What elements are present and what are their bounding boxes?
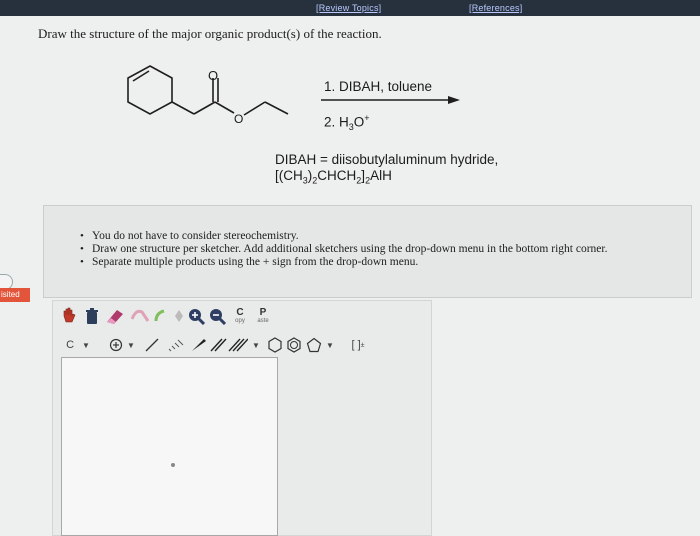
reaction-scheme: O O 1. DIBAH, toluene 2. H3O+ <box>108 58 468 138</box>
single-bond-icon[interactable] <box>142 336 162 354</box>
canvas-dot <box>171 463 175 467</box>
move-icon[interactable] <box>172 306 186 326</box>
plus-charge-icon <box>109 338 123 352</box>
hand-tool-icon[interactable] <box>60 306 78 326</box>
copy-button[interactable]: C opy <box>230 306 250 328</box>
double-bond-icon[interactable] <box>208 336 228 354</box>
instructions-box: You do not have to consider stereochemis… <box>43 205 692 298</box>
clear-icon[interactable] <box>83 306 101 326</box>
instruction-item: Draw one structure per sketcher. Add add… <box>80 243 607 256</box>
select-icon[interactable] <box>152 306 170 326</box>
pentagon-ring-icon <box>306 337 322 353</box>
charge-dropdown[interactable]: ▼ <box>105 336 139 354</box>
chevron-down-icon: ▼ <box>326 340 334 350</box>
copy-letter: C <box>236 307 244 318</box>
reactant-structure <box>127 65 460 116</box>
hexagon-ring-icon[interactable] <box>266 336 284 354</box>
eraser-icon[interactable] <box>105 306 125 326</box>
triple-bond-icon <box>228 338 249 352</box>
atom-selector-dropdown[interactable]: C ▼ <box>62 337 94 353</box>
reagent-step-2: 2. H3O+ <box>324 113 370 133</box>
paste-button[interactable]: P aste <box>252 306 274 328</box>
references-link[interactable]: [References] <box>469 3 522 13</box>
reagent-step-1: 1. DIBAH, toluene <box>324 79 433 94</box>
instruction-item: Separate multiple products using the + s… <box>80 256 607 269</box>
dibah-formula: [(CH3)2CHCH2]2AlH <box>275 168 392 186</box>
ester-oxygen: O <box>234 112 244 126</box>
visited-badge: isited <box>0 288 30 302</box>
zoom-in-icon[interactable] <box>186 305 206 327</box>
bracket-label: [ ] <box>351 339 361 351</box>
dibah-line-1: DIBAH = diisobutylaluminum hydride, <box>275 152 499 167</box>
lasso-icon[interactable] <box>130 306 150 326</box>
bracket-tool[interactable]: [ ] ± <box>345 336 371 354</box>
dibah-definition: DIBAH = diisobutylaluminum hydride, [(CH… <box>275 152 498 189</box>
pentagon-ring-dropdown[interactable]: ▼ <box>304 336 336 354</box>
carbonyl-oxygen: O <box>208 68 219 83</box>
atom-label: C <box>66 339 75 351</box>
triple-bond-dropdown[interactable]: ▼ <box>228 336 260 354</box>
benzene-ring-icon[interactable] <box>285 336 303 354</box>
copy-label: opy <box>235 318 245 324</box>
zoom-out-icon[interactable] <box>207 305 227 327</box>
hashed-bond-icon[interactable] <box>164 336 186 354</box>
wedge-bond-icon[interactable] <box>188 336 208 354</box>
chevron-down-icon: ▼ <box>127 340 135 350</box>
paste-letter: P <box>259 307 267 318</box>
paste-label: aste <box>257 318 269 324</box>
bracket-charge-label: ± <box>360 341 365 349</box>
instruction-item: You do not have to consider stereochemis… <box>80 230 607 243</box>
drawing-canvas[interactable] <box>61 357 278 536</box>
question-text: Draw the structure of the major organic … <box>38 26 382 41</box>
chevron-down-icon: ▼ <box>252 340 260 350</box>
review-topics-link[interactable]: [Review Topics] <box>316 3 381 13</box>
chevron-down-icon: ▼ <box>82 340 90 350</box>
